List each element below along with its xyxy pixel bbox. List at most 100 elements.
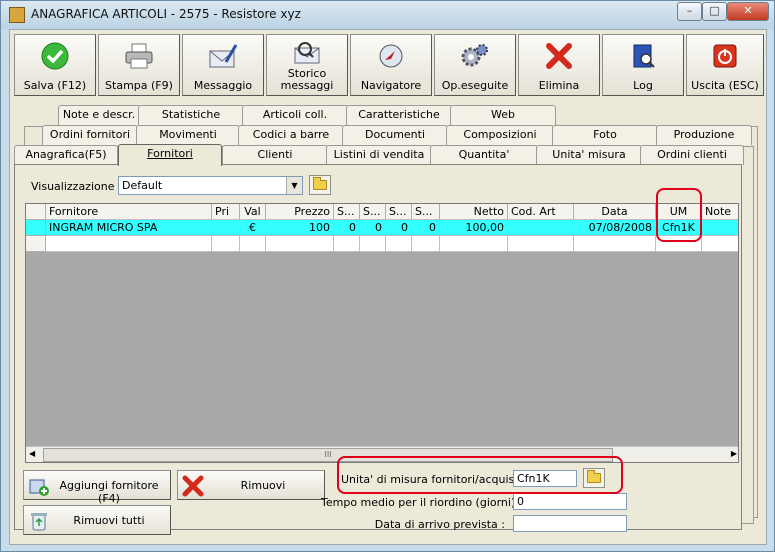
- col-header[interactable]: Pri: [212, 204, 240, 220]
- empty-cell[interactable]: [46, 236, 212, 252]
- empty-cell[interactable]: [574, 236, 656, 252]
- scroll-left-icon[interactable]: ◀: [29, 449, 35, 458]
- lead-time-label: Tempo medio per il riordino (giorni) :: [321, 496, 523, 509]
- print-button[interactable]: Stampa (F9): [98, 34, 180, 96]
- col-header[interactable]: S...: [334, 204, 360, 220]
- envelope-pen-icon: [208, 41, 238, 71]
- title-bar[interactable]: ANAGRAFICA ARTICOLI - 2575 - Resistore x…: [1, 1, 774, 29]
- view-label: Visualizzazione :: [31, 180, 122, 193]
- message-history-button[interactable]: Storico messaggi: [266, 34, 348, 96]
- view-value: Default: [122, 179, 163, 192]
- supplier-cell[interactable]: INGRAM MICRO SPA: [46, 220, 212, 236]
- tab-master-data[interactable]: Anagrafica(F5): [14, 145, 118, 165]
- tab-notes[interactable]: Note e descr.: [58, 105, 140, 125]
- item-code-cell[interactable]: [508, 220, 574, 236]
- tab-documents[interactable]: Documenti: [342, 125, 448, 145]
- col-header[interactable]: S...: [412, 204, 440, 220]
- tab-characteristics[interactable]: Caratteristiche: [346, 105, 452, 125]
- add-supplier-button[interactable]: Aggiungi fornitore (F4): [23, 470, 171, 505]
- toolbar: Salva (F12) Stampa (F9) Messaggio Storic…: [14, 34, 764, 96]
- col-header[interactable]: S...: [386, 204, 412, 220]
- col-header[interactable]: S...: [360, 204, 386, 220]
- tab-supplier-orders[interactable]: Ordini fornitori: [42, 125, 138, 145]
- empty-cell[interactable]: [334, 236, 360, 252]
- discount-cell[interactable]: 0: [386, 220, 412, 236]
- col-header[interactable]: Val: [240, 204, 266, 220]
- row-indicator[interactable]: [26, 236, 46, 252]
- empty-cell[interactable]: [360, 236, 386, 252]
- tab-units[interactable]: Unita' misura: [536, 145, 642, 165]
- tab-photo[interactable]: Foto: [552, 125, 658, 145]
- empty-cell[interactable]: [386, 236, 412, 252]
- col-header[interactable]: Note: [702, 204, 738, 220]
- tab-row-2: Ordini fornitori Movimenti Codici a barr…: [22, 125, 752, 145]
- net-cell[interactable]: 100,00: [440, 220, 508, 236]
- date-cell[interactable]: 07/08/2008: [574, 220, 656, 236]
- maximize-button[interactable]: □: [702, 2, 727, 21]
- chevron-down-icon[interactable]: ▼: [286, 177, 302, 194]
- priority-cell[interactable]: [212, 220, 240, 236]
- view-dropdown[interactable]: Default ▼: [118, 176, 303, 195]
- minimize-button[interactable]: –: [677, 2, 702, 21]
- power-icon: [710, 41, 740, 71]
- operations-button[interactable]: Op.eseguite: [434, 34, 516, 96]
- row-indicator[interactable]: [26, 220, 46, 236]
- price-cell[interactable]: 100: [266, 220, 334, 236]
- delete-button[interactable]: Elimina: [518, 34, 600, 96]
- empty-cell[interactable]: [412, 236, 440, 252]
- log-button[interactable]: Log: [602, 34, 684, 96]
- scroll-right-icon[interactable]: ▶: [731, 449, 737, 458]
- compass-icon: [376, 41, 406, 71]
- folder-icon: [313, 177, 327, 190]
- tab-linked-items[interactable]: Articoli coll.: [242, 105, 348, 125]
- col-header[interactable]: Prezzo: [266, 204, 334, 220]
- tab-suppliers[interactable]: Fornitori: [118, 144, 222, 166]
- discount-cell[interactable]: 0: [334, 220, 360, 236]
- tab-movements[interactable]: Movimenti: [136, 125, 240, 145]
- empty-cell[interactable]: [240, 236, 266, 252]
- col-header[interactable]: Data: [574, 204, 656, 220]
- tab-row-1: Note e descr. Statistiche Articoli coll.…: [58, 105, 658, 125]
- table-row-empty[interactable]: [26, 236, 738, 252]
- col-header[interactable]: Fornitore: [46, 204, 212, 220]
- suppliers-grid[interactable]: Fornitore Pri Val Prezzo S... S... S... …: [25, 203, 739, 463]
- col-header[interactable]: Netto: [440, 204, 508, 220]
- header-indicator: [26, 204, 46, 220]
- navigator-button[interactable]: Navigatore: [350, 34, 432, 96]
- empty-cell[interactable]: [212, 236, 240, 252]
- tab-compositions[interactable]: Composizioni: [446, 125, 554, 145]
- arrival-date-input[interactable]: [513, 515, 627, 532]
- tab-quantity[interactable]: Quantita': [430, 145, 538, 165]
- save-button[interactable]: Salva (F12): [14, 34, 96, 96]
- tab-customers[interactable]: Clienti: [222, 145, 328, 165]
- note-cell[interactable]: [702, 220, 738, 236]
- col-header[interactable]: Cod. Art: [508, 204, 574, 220]
- close-button[interactable]: ✕: [727, 2, 769, 21]
- table-row[interactable]: INGRAM MICRO SPA € 100 0 0 0 0 100,00 07…: [26, 220, 738, 236]
- gears-icon: [460, 41, 490, 71]
- view-folder-button[interactable]: [309, 175, 331, 195]
- tab-web[interactable]: Web: [450, 105, 556, 125]
- discount-cell[interactable]: 0: [360, 220, 386, 236]
- empty-cell[interactable]: [508, 236, 574, 252]
- empty-cell[interactable]: [440, 236, 508, 252]
- exit-button[interactable]: Uscita (ESC): [686, 34, 764, 96]
- tab-customer-orders[interactable]: Ordini clienti: [640, 145, 744, 165]
- add-supplier-icon: [28, 475, 50, 497]
- tab-barcodes[interactable]: Codici a barre: [238, 125, 344, 145]
- tab-statistics[interactable]: Statistiche: [138, 105, 244, 125]
- main-window: ANAGRAFICA ARTICOLI - 2575 - Resistore x…: [0, 0, 775, 552]
- arrival-date-label: Data di arrivo prevista :: [374, 518, 505, 531]
- highlight-um-field: [337, 456, 623, 494]
- lead-time-input[interactable]: 0: [513, 493, 627, 510]
- tab-production[interactable]: Produzione: [656, 125, 752, 145]
- empty-cell[interactable]: [266, 236, 334, 252]
- message-button[interactable]: Messaggio: [182, 34, 264, 96]
- remove-button[interactable]: Rimuovi: [177, 470, 325, 500]
- tab-price-lists[interactable]: Listini di vendita: [326, 145, 432, 165]
- discount-cell[interactable]: 0: [412, 220, 440, 236]
- remove-all-button[interactable]: Rimuovi tutti: [23, 505, 171, 535]
- book-search-icon: [628, 41, 658, 71]
- empty-cell[interactable]: [702, 236, 738, 252]
- currency-cell[interactable]: €: [240, 220, 266, 236]
